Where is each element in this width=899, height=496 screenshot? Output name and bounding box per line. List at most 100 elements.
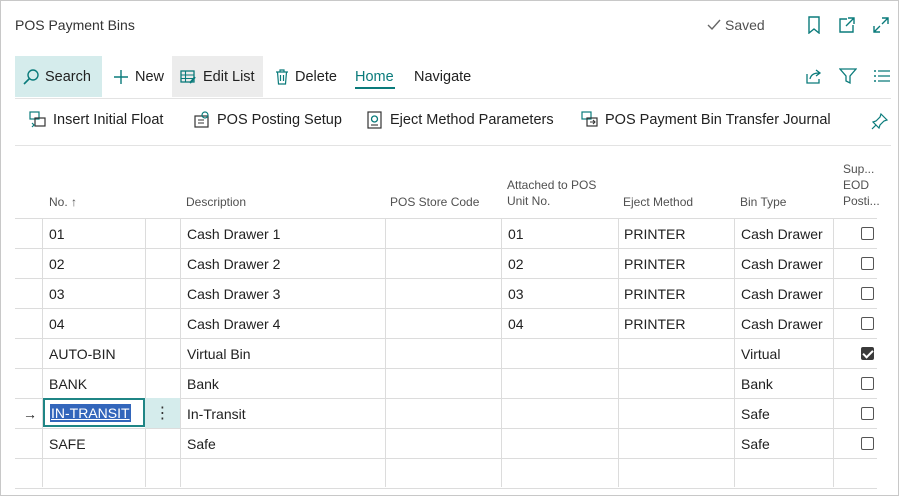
- eod-posting-checkbox[interactable]: [861, 287, 874, 300]
- grid-bottom-line: [15, 488, 877, 489]
- cell-no[interactable]: 01: [49, 226, 65, 242]
- trash-icon: [276, 68, 288, 85]
- search-button[interactable]: Search: [15, 56, 102, 97]
- pos-posting-setup-label: POS Posting Setup: [217, 112, 342, 128]
- cell-no[interactable]: 02: [49, 256, 65, 272]
- filter-icon[interactable]: [837, 65, 859, 87]
- posting-setup-icon: [194, 111, 209, 128]
- cell-unit: 01: [508, 226, 524, 242]
- grid-line: [734, 218, 735, 487]
- cell-description: Cash Drawer 2: [187, 256, 281, 272]
- divider: [15, 98, 891, 99]
- bookmark-icon[interactable]: [804, 15, 824, 35]
- share-icon[interactable]: [803, 65, 825, 87]
- delete-button[interactable]: Delete: [267, 56, 345, 97]
- transfer-journal-icon: [581, 111, 598, 127]
- selected-no-text[interactable]: IN-TRANSIT: [50, 404, 131, 422]
- transfer-journal-label: POS Payment Bin Transfer Journal: [605, 112, 831, 128]
- eject-method-parameters-label: Eject Method Parameters: [390, 112, 554, 128]
- promoted-actions: Insert Initial Float POS Posting Setup E…: [15, 101, 891, 143]
- cell-eject: PRINTER: [624, 226, 686, 242]
- tab-home[interactable]: Home: [347, 56, 402, 97]
- cell-bin-type: Cash Drawer: [741, 316, 823, 332]
- cell-bin-type: Cash Drawer: [741, 226, 823, 242]
- active-tab-underline: [355, 87, 395, 89]
- cell-eject: PRINTER: [624, 286, 686, 302]
- cell-no[interactable]: SAFE: [49, 436, 86, 452]
- column-header-no[interactable]: No. ↑: [49, 194, 77, 210]
- grid-line: [501, 218, 502, 487]
- column-header-attached-unit[interactable]: Attached to POS Unit No.: [507, 177, 596, 209]
- eod-posting-checkbox[interactable]: [861, 437, 874, 450]
- grid-line: [180, 218, 181, 487]
- divider: [15, 145, 891, 146]
- eod-posting-checkbox[interactable]: [861, 257, 874, 270]
- list-view-icon[interactable]: [871, 65, 893, 87]
- column-header-pos-store-code[interactable]: POS Store Code: [390, 194, 479, 210]
- cell-unit: 04: [508, 316, 524, 332]
- column-header-bin-type[interactable]: Bin Type: [740, 194, 786, 210]
- eject-method-parameters-button[interactable]: Eject Method Parameters: [366, 111, 554, 129]
- edit-list-icon: [180, 69, 196, 84]
- cell-bin-type: Bank: [741, 376, 773, 392]
- sort-ascending-icon: ↑: [71, 195, 78, 209]
- cell-description: Bank: [187, 376, 219, 392]
- grid-line: [385, 218, 386, 487]
- eod-posting-checkbox[interactable]: [861, 317, 874, 330]
- more-vertical-icon: ⋮: [154, 405, 171, 422]
- cell-bin-type: Cash Drawer: [741, 256, 823, 272]
- cell-no[interactable]: 04: [49, 316, 65, 332]
- cell-description: Virtual Bin: [187, 346, 251, 362]
- cell-no[interactable]: 03: [49, 286, 65, 302]
- new-button[interactable]: New: [105, 56, 172, 97]
- eod-posting-checkbox[interactable]: [861, 377, 874, 390]
- grid-line: [145, 218, 146, 487]
- row-actions-menu-button[interactable]: ⋮: [145, 398, 180, 428]
- eod-posting-checkbox[interactable]: [861, 407, 874, 420]
- checkmark-icon: [707, 19, 721, 31]
- title-bar: POS Payment Bins Saved: [1, 1, 898, 51]
- cell-bin-type: Safe: [741, 436, 770, 452]
- eod-posting-checkbox[interactable]: [861, 227, 874, 240]
- cell-eject: PRINTER: [624, 256, 686, 272]
- grid-line: [42, 218, 43, 487]
- saved-status: Saved: [707, 17, 765, 33]
- tab-navigate[interactable]: Navigate: [406, 56, 479, 97]
- edit-list-button[interactable]: Edit List: [172, 56, 263, 97]
- column-header-eod-posting[interactable]: Sup... EOD Posti...: [843, 161, 880, 209]
- float-icon: [29, 111, 46, 128]
- open-new-window-icon[interactable]: [837, 15, 857, 35]
- cell-no[interactable]: BANK: [49, 376, 87, 392]
- eod-posting-checkbox-checked[interactable]: [861, 347, 874, 360]
- column-header-description[interactable]: Description: [186, 194, 246, 210]
- cell-bin-type: Safe: [741, 406, 770, 422]
- pin-icon[interactable]: [871, 112, 889, 130]
- column-header-eject-method[interactable]: Eject Method: [623, 194, 693, 210]
- page-title: POS Payment Bins: [15, 17, 135, 33]
- new-label: New: [135, 68, 165, 85]
- cell-description: Cash Drawer 1: [187, 226, 281, 242]
- navigate-tab-label: Navigate: [414, 68, 472, 85]
- cell-description: Safe: [187, 436, 216, 452]
- cell-no[interactable]: AUTO-BIN: [49, 346, 116, 362]
- plus-icon: [114, 69, 128, 84]
- delete-label: Delete: [295, 68, 337, 85]
- selected-no-cell[interactable]: IN-TRANSIT: [43, 398, 145, 427]
- cell-eject: PRINTER: [624, 316, 686, 332]
- cell-bin-type: Cash Drawer: [741, 286, 823, 302]
- cell-description: Cash Drawer 3: [187, 286, 281, 302]
- search-icon: [23, 68, 39, 85]
- page-frame: POS Payment Bins Saved Search New Edit L…: [0, 0, 899, 496]
- grid-line: [618, 218, 619, 487]
- saved-label: Saved: [725, 17, 765, 33]
- insert-initial-float-label: Insert Initial Float: [53, 112, 164, 128]
- transfer-journal-button[interactable]: POS Payment Bin Transfer Journal: [581, 111, 831, 129]
- cell-unit: 02: [508, 256, 524, 272]
- insert-initial-float-button[interactable]: Insert Initial Float: [29, 111, 163, 129]
- pos-posting-setup-button[interactable]: POS Posting Setup: [193, 111, 342, 129]
- action-bar: Search New Edit List Delete Home Navigat…: [15, 56, 891, 98]
- cell-bin-type: Virtual: [741, 346, 781, 362]
- home-tab-label: Home: [355, 68, 394, 85]
- current-row-arrow-icon: →: [23, 406, 37, 422]
- expand-icon[interactable]: [871, 15, 891, 35]
